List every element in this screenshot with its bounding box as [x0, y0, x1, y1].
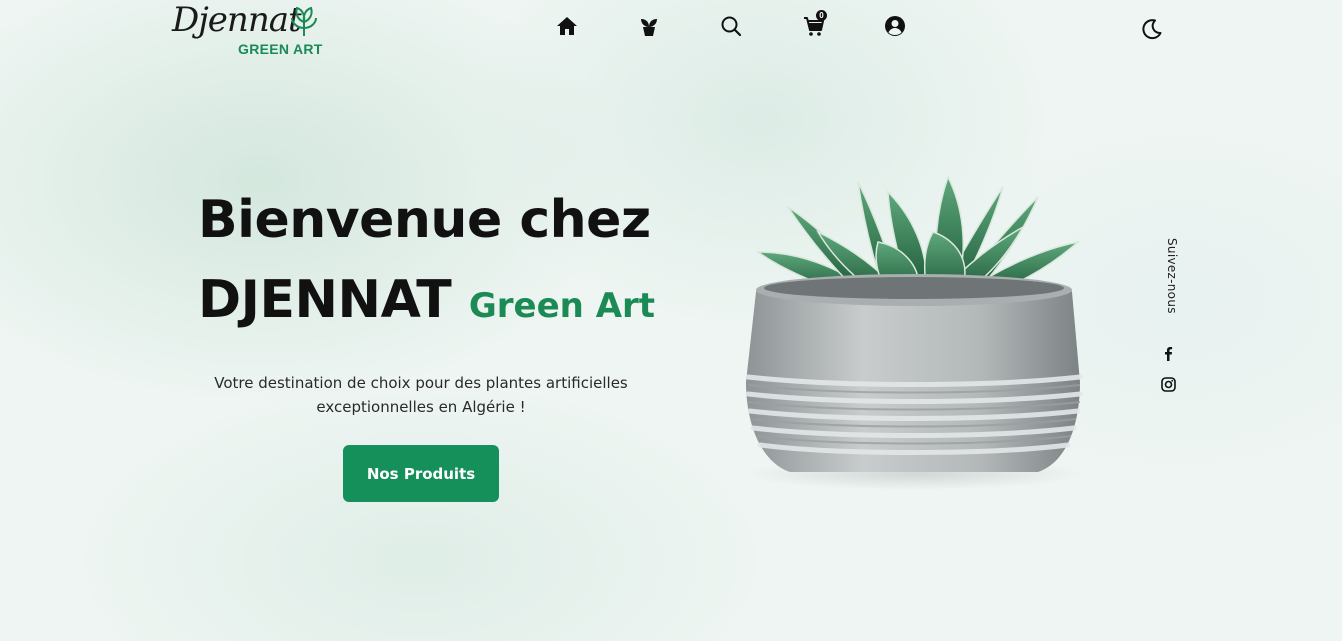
cart-count-badge: 0 [816, 10, 827, 21]
hero-title-brand: DJENNAT [198, 270, 452, 330]
logo-subtitle: GREEN ART [238, 41, 323, 57]
main-nav: 0 [0, 10, 1342, 42]
hero-title-accent: Green Art [468, 286, 656, 326]
plant-icon[interactable] [636, 13, 662, 39]
succulent-pot-image [744, 175, 1084, 490]
hero-subtitle: Votre destination de choix pour des plan… [214, 374, 628, 416]
social-label: Suivez-nous [1165, 238, 1179, 314]
products-button[interactable]: Nos Produits [343, 445, 499, 502]
moon-icon[interactable] [1139, 16, 1165, 42]
facebook-icon[interactable] [1160, 345, 1176, 361]
hero-title-line1: Bienvenue chez [198, 190, 651, 250]
cart-icon[interactable]: 0 [801, 10, 827, 39]
home-icon[interactable] [554, 13, 580, 39]
hero-title: Bienvenue chez DJENNAT Green Art [198, 180, 658, 346]
search-icon[interactable] [718, 13, 744, 39]
social-links: Suivez-nous [1152, 238, 1184, 408]
instagram-icon[interactable] [1160, 376, 1176, 392]
user-icon[interactable] [882, 13, 908, 39]
